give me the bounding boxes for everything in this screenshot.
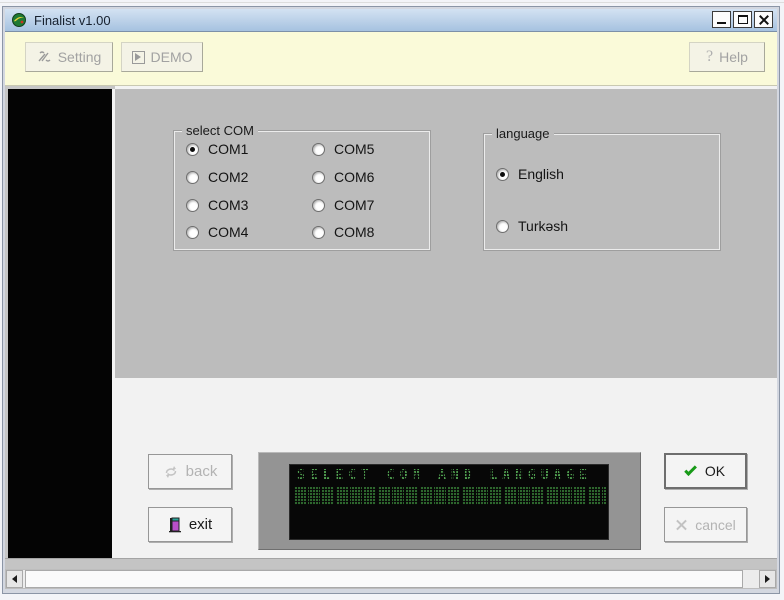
radio-label: COM8 <box>334 224 374 240</box>
led-panel: SELECT COM AND LANGUAGE <box>258 452 641 550</box>
radio-label: COM4 <box>208 224 248 240</box>
radio-circle[interactable] <box>186 199 199 212</box>
maximize-icon <box>738 15 748 24</box>
language-groupbox-title: language <box>492 126 554 141</box>
maximize-button[interactable] <box>733 11 752 28</box>
back-button-label: back <box>186 463 218 480</box>
radio-circle[interactable] <box>496 168 509 181</box>
play-icon <box>132 51 145 64</box>
radio-option-com1[interactable]: COM1 <box>186 141 248 157</box>
radio-label: COM5 <box>334 141 374 157</box>
scroll-left-button[interactable] <box>6 570 23 588</box>
right-arrow-icon <box>765 575 770 583</box>
question-mark-icon: ? <box>706 48 713 66</box>
com-groupbox-title: select COM <box>182 123 258 138</box>
toolbar: Setting DEMO ? Help <box>5 32 777 86</box>
radio-label: COM3 <box>208 197 248 213</box>
led-text: SELECT COM AND LANGUAGE <box>297 468 603 485</box>
x-icon <box>675 518 688 531</box>
radio-option-turkish[interactable]: Turkəsh <box>496 218 568 234</box>
settings-section: select COM COM1 COM2 COM3 <box>115 89 777 378</box>
radio-label: English <box>518 166 564 182</box>
language-groupbox: language English Turkəsh <box>483 133 721 251</box>
radio-circle[interactable] <box>186 171 199 184</box>
ok-button[interactable]: OK <box>664 453 747 489</box>
radio-label: COM2 <box>208 169 248 185</box>
cancel-button-label: cancel <box>695 517 735 533</box>
app-logo-icon <box>11 12 27 28</box>
background-line <box>0 2 784 3</box>
window-title: Finalist v1.00 <box>34 13 111 28</box>
app-window: Finalist v1.00 Setting DEMO ? Help <box>2 6 780 594</box>
client-area: select COM COM1 COM2 COM3 <box>5 86 777 558</box>
scroll-thumb[interactable] <box>25 570 743 588</box>
radio-label: COM6 <box>334 169 374 185</box>
scroll-right-button[interactable] <box>759 570 776 588</box>
left-arrow-icon <box>12 575 17 583</box>
radio-option-com4[interactable]: COM4 <box>186 224 248 240</box>
side-panel <box>8 89 112 558</box>
exit-door-icon <box>168 517 182 533</box>
radio-circle[interactable] <box>312 143 325 156</box>
help-button[interactable]: ? Help <box>689 42 765 72</box>
exit-button[interactable]: exit <box>148 507 232 542</box>
radio-circle[interactable] <box>312 226 325 239</box>
radio-circle[interactable] <box>496 220 509 233</box>
cancel-button[interactable]: cancel <box>664 507 747 542</box>
bottom-strip <box>5 558 777 569</box>
com-groupbox: select COM COM1 COM2 COM3 <box>173 130 431 251</box>
radio-option-com7[interactable]: COM7 <box>312 197 374 213</box>
radio-circle[interactable] <box>312 171 325 184</box>
radio-circle[interactable] <box>186 226 199 239</box>
refresh-icon <box>163 465 179 479</box>
titlebar: Finalist v1.00 <box>5 9 777 32</box>
radio-label: Turkəsh <box>518 218 568 234</box>
close-button[interactable] <box>754 11 773 28</box>
tools-icon <box>37 50 52 64</box>
minimize-icon <box>717 22 726 24</box>
radio-label: COM7 <box>334 197 374 213</box>
led-screen: SELECT COM AND LANGUAGE <box>289 464 609 540</box>
minimize-button[interactable] <box>712 11 731 28</box>
setting-button[interactable]: Setting <box>25 42 113 72</box>
setting-button-label: Setting <box>58 49 102 65</box>
ok-button-label: OK <box>705 463 725 479</box>
radio-option-com6[interactable]: COM6 <box>312 169 374 185</box>
window-controls <box>712 11 773 28</box>
back-button[interactable]: back <box>148 454 232 489</box>
content-area: select COM COM1 COM2 COM3 <box>115 86 777 558</box>
radio-option-com2[interactable]: COM2 <box>186 169 248 185</box>
led-blocks-row <box>294 487 606 505</box>
radio-circle[interactable] <box>186 143 199 156</box>
help-button-label: Help <box>719 49 748 65</box>
radio-option-com3[interactable]: COM3 <box>186 197 248 213</box>
demo-button-label: DEMO <box>151 49 193 65</box>
radio-label: COM1 <box>208 141 248 157</box>
check-icon <box>684 463 697 476</box>
exit-button-label: exit <box>189 516 212 533</box>
radio-circle[interactable] <box>312 199 325 212</box>
horizontal-scrollbar[interactable] <box>5 569 777 589</box>
radio-option-com5[interactable]: COM5 <box>312 141 374 157</box>
radio-option-english[interactable]: English <box>496 166 564 182</box>
radio-option-com8[interactable]: COM8 <box>312 224 374 240</box>
demo-button[interactable]: DEMO <box>121 42 203 72</box>
